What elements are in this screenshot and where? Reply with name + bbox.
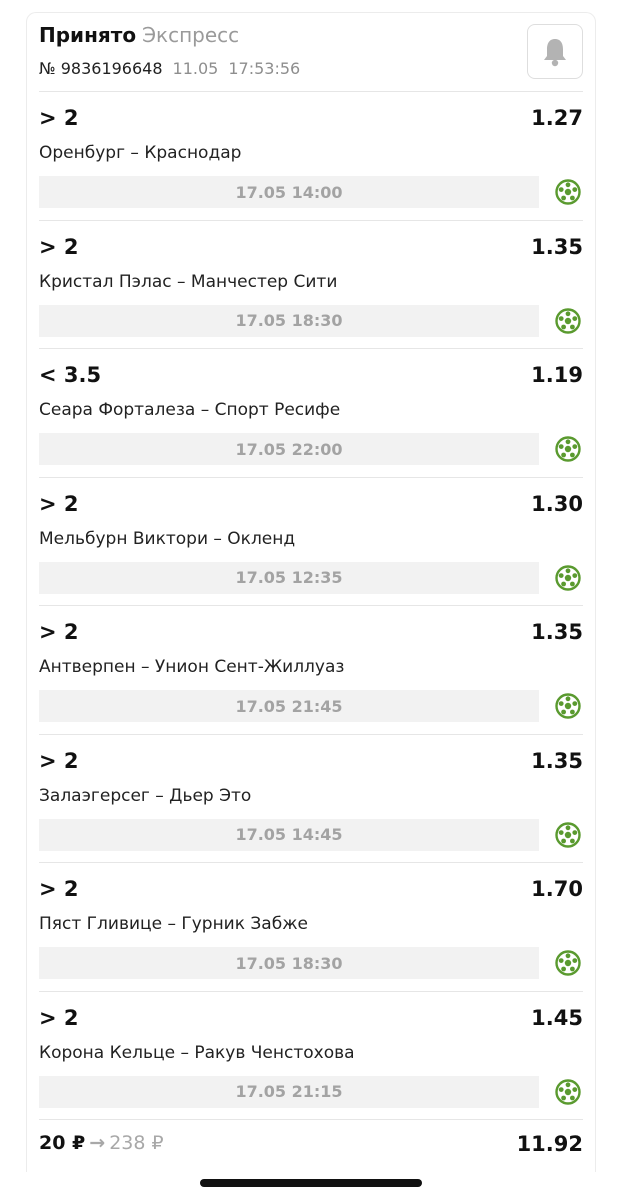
arrow-icon: → — [89, 1132, 106, 1154]
soccer-ball-icon — [555, 436, 581, 462]
soccer-ball-icon — [555, 307, 581, 334]
soccer-ball-icon — [555, 950, 581, 976]
match-name: Сеара Форталеза – Спорт Ресифе — [39, 400, 341, 420]
potential-win: 238 ₽ — [109, 1132, 164, 1154]
bet-coefficient: 1.30 — [531, 491, 583, 516]
match-datetime: 17.05 12:35 — [39, 561, 539, 594]
bet-row[interactable]: > 2 1.27 Оренбург – Краснодар 17.05 14:0… — [39, 92, 583, 221]
match-datetime: 17.05 21:45 — [39, 690, 539, 722]
bet-coefficient: 1.45 — [531, 1005, 583, 1030]
match-name: Корона Кельце – Ракув Ченстохова — [39, 1042, 355, 1063]
bet-meta: № 9836196648 11.05 17:53:56 — [39, 59, 300, 78]
match-datetime: 17.05 14:00 — [39, 176, 539, 208]
bet-row[interactable]: > 2 1.35 Залаэгерсег – Дьер Это 17.05 14… — [39, 735, 583, 863]
bet-coefficient: 1.19 — [531, 363, 583, 387]
match-datetime: 17.05 18:30 — [39, 304, 539, 337]
bet-row[interactable]: > 2 1.30 Мельбурн Виктори – Окленд 17.05… — [39, 478, 583, 606]
match-name: Кристал Пэлас – Манчестер Сити — [39, 271, 338, 292]
soccer-ball-icon — [555, 564, 581, 591]
bet-title: Принято Экспресс — [39, 23, 239, 47]
bet-coefficient: 1.35 — [531, 620, 583, 644]
bet-coefficient: 1.70 — [531, 877, 583, 901]
bet-type: Экспресс — [142, 23, 240, 47]
bet-status: Принято — [39, 23, 137, 47]
bet-summary: 20 ₽ → 238 ₽ 11.92 — [39, 1120, 583, 1160]
stake-amount: 20 ₽ — [39, 1132, 86, 1154]
match-name: Мельбурн Виктори – Окленд — [39, 528, 296, 549]
bet-outcome: > 2 — [39, 106, 79, 130]
stake-line: 20 ₽ → 238 ₽ — [39, 1132, 164, 1154]
match-datetime: 17.05 14:45 — [39, 818, 539, 851]
bell-icon — [544, 38, 566, 66]
bet-row[interactable]: < 3.5 1.19 Сеара Форталеза – Спорт Ресиф… — [39, 349, 583, 478]
match-name: Оренбург – Краснодар — [39, 143, 242, 163]
bet-coefficient: 1.35 — [531, 748, 583, 773]
bet-coefficient: 1.35 — [531, 234, 583, 259]
notification-button[interactable] — [527, 24, 583, 79]
bet-row[interactable]: > 2 1.35 Кристал Пэлас – Манчестер Сити … — [39, 221, 583, 349]
match-datetime: 17.05 18:30 — [39, 947, 539, 979]
match-name: Антверпен – Унион Сент-Жиллуаз — [39, 657, 345, 677]
bet-header: Принято Экспресс № 9836196648 11.05 17:53:5… — [39, 13, 583, 92]
soccer-ball-icon — [555, 693, 581, 719]
match-datetime: 17.05 21:15 — [39, 1075, 539, 1108]
bet-list: > 2 1.27 Оренбург – Краснодар 17.05 14:0… — [27, 92, 595, 1120]
bet-outcome: > 2 — [39, 620, 79, 644]
bet-outcome: > 2 — [39, 748, 79, 773]
bet-outcome: > 2 — [39, 1005, 79, 1030]
bet-outcome: < 3.5 — [39, 363, 102, 387]
soccer-ball-icon — [555, 179, 581, 205]
bet-row[interactable]: > 2 1.35 Антверпен – Унион Сент-Жиллуаз … — [39, 606, 583, 735]
bet-number: № 9836196648 — [39, 59, 163, 78]
bet-outcome: > 2 — [39, 234, 79, 259]
bet-time: 17:53:56 — [228, 59, 301, 78]
bet-date: 11.05 — [172, 59, 219, 78]
total-coefficient: 11.92 — [516, 1132, 583, 1156]
match-name: Залаэгерсег – Дьер Это — [39, 785, 252, 806]
bet-coefficient: 1.27 — [531, 106, 583, 130]
bet-row[interactable]: > 2 1.45 Корона Кельце – Ракув Ченстохов… — [39, 992, 583, 1120]
bet-card: Принято Экспресс № 9836196648 11.05 17:53:5… — [26, 12, 596, 1172]
match-name: Пяст Гливице – Гурник Забже — [39, 914, 308, 934]
bet-outcome: > 2 — [39, 877, 79, 901]
match-datetime: 17.05 22:00 — [39, 433, 539, 465]
bet-row[interactable]: > 2 1.70 Пяст Гливице – Гурник Забже 17.… — [39, 863, 583, 992]
home-indicator[interactable] — [200, 1179, 422, 1187]
bet-outcome: > 2 — [39, 491, 79, 516]
soccer-ball-icon — [555, 821, 581, 848]
soccer-ball-icon — [555, 1078, 581, 1105]
